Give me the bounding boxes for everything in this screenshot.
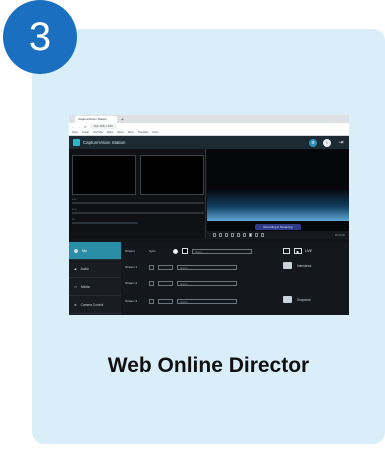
stream-url-field: rtmp://...: [177, 264, 237, 270]
sync-checkbox: [149, 298, 154, 304]
back-icon: ←: [72, 124, 75, 129]
transport-button: [213, 233, 216, 237]
record-icon: [74, 248, 78, 253]
browser-tab: CaptureVision Station: [75, 116, 117, 123]
url-field: 192.168.1.100: [89, 124, 117, 129]
stream-name: Stream 3: [125, 299, 138, 303]
source-level-bar: [72, 222, 138, 224]
app-header: CaptureVision Station ⚙ i ⇥: [69, 136, 349, 149]
browser-tab-bar: CaptureVision Station +: [69, 115, 349, 123]
transport-button: [249, 233, 252, 237]
bookmark: Translate: [137, 131, 149, 134]
source-panel: ▪ ▪ ▪ ▪ ▪ ▪ ▪ ▪: [70, 149, 206, 239]
record-button-icon: [173, 248, 178, 254]
stream-url-field: rtmp://...: [177, 280, 237, 286]
web-director-screenshot: CaptureVision Station + ← → ⟳ 192.168.1.…: [69, 115, 349, 315]
nav-label: Camera Control: [80, 302, 104, 307]
transport-button: [237, 233, 240, 237]
live-controls: ▶ LIVE Interviews Snapshot: [281, 248, 347, 314]
side-nav: Mix ◀ Audio ▭ Media ✜ Camera Control: [69, 242, 121, 315]
reload-icon: ⟳: [84, 124, 87, 129]
nav-item-media: ▭ Media: [69, 278, 121, 296]
interview-icon: [283, 262, 292, 269]
bookmark: Docs: [152, 131, 159, 134]
stream-name: Stream 2: [125, 281, 138, 285]
recording-streaming-chip: Recording & Streaming: [255, 224, 301, 230]
stream-name: Stream 1: [125, 265, 138, 269]
live-label: LIVE: [305, 249, 312, 253]
step-number-badge: 3: [3, 0, 77, 74]
new-tab-icon: +: [121, 117, 124, 123]
nav-item-mix: Mix: [69, 242, 121, 260]
transport-button: [255, 233, 258, 237]
nav-label: Mix: [82, 248, 87, 253]
browser-address-bar: ← → ⟳ 192.168.1.100: [69, 123, 349, 130]
timecode: 00:00:00: [334, 233, 345, 237]
control-area: Mix ◀ Audio ▭ Media ✜ Camera Control Stream…: [69, 242, 349, 315]
live-settings-icon: [283, 248, 290, 254]
pause-button-icon: [182, 248, 188, 254]
source-label: ▪ ▪ ▪: [72, 197, 77, 201]
sync-checkbox: [149, 280, 154, 286]
transport-button: [243, 233, 246, 237]
nav-label: Media: [81, 284, 90, 289]
media-icon: ▭: [74, 284, 78, 289]
bookmark: Gmail: [81, 131, 89, 134]
sync-checkbox: [149, 264, 154, 270]
bookmark: News: [117, 131, 124, 134]
stream-row: Stream 1 rtmp://...: [125, 262, 275, 272]
info-icon: i: [323, 138, 331, 147]
bookmark: Apps: [72, 131, 78, 134]
tile: 3 CaptureVision Station + ← → ⟳ 192.168.…: [0, 0, 385, 449]
stream-mode-chip: [158, 264, 173, 270]
speaker-icon: ◀: [74, 266, 77, 271]
sync-label: Sync: [149, 249, 156, 253]
stream-list: Stream Sync rtmp://... Stream 1 rtmp://.…: [125, 244, 275, 314]
stream-mode-chip: [158, 280, 173, 286]
snapshot-label: Snapshot: [297, 298, 311, 302]
transport-button: [225, 233, 228, 237]
logout-icon: ⇥: [338, 139, 344, 146]
source-level-bar: [72, 212, 204, 214]
stream-row: Stream 3 rtmp://...: [125, 296, 275, 306]
source-label: ▪ ▪: [72, 217, 75, 221]
workspace: ▪ ▪ ▪ ▪ ▪ ▪ ▪ ▪ Recording & Streaming 00…: [69, 149, 349, 239]
source-label: ▪ ▪ ▪: [72, 207, 77, 211]
program-preview: Recording & Streaming 00:00:00: [207, 149, 349, 239]
header-actions: ⚙ i ⇥: [309, 138, 345, 147]
stream-row: Stream 2 rtmp://...: [125, 278, 275, 288]
snapshot-icon: [283, 296, 292, 303]
source-level-bar: [72, 202, 204, 204]
nav-label: Audio: [80, 266, 89, 271]
stage-light: [207, 189, 349, 221]
bookmark: Drive: [127, 131, 134, 134]
nav-item-camera-control: ✜ Camera Control: [69, 296, 121, 314]
app-title: CaptureVision Station: [83, 140, 126, 145]
transport-bar: 00:00:00: [207, 231, 349, 239]
interviews-label: Interviews: [297, 264, 312, 268]
stream-mode-chip: [158, 298, 173, 304]
stream-row: Stream Sync rtmp://...: [125, 246, 275, 256]
transport-button: [261, 233, 264, 237]
settings-icon: ⚙: [309, 138, 317, 147]
app-logo-icon: [73, 139, 80, 146]
bookmark: YouTube: [92, 131, 103, 134]
forward-icon: →: [78, 124, 81, 129]
stream-url-field: rtmp://...: [177, 298, 237, 304]
card-caption: Web Online Director: [107, 354, 310, 377]
source-preview-1: [72, 155, 136, 195]
transport-button: [219, 233, 222, 237]
stream-name: Stream: [125, 249, 135, 253]
play-icon: ▶: [294, 248, 302, 254]
bookmark: Maps: [106, 131, 114, 134]
source-preview-2: [140, 155, 204, 195]
stream-url-field: rtmp://...: [192, 248, 252, 254]
camera-icon: ✜: [74, 302, 77, 307]
nav-item-audio: ◀ Audio: [69, 260, 121, 278]
transport-button: [231, 233, 234, 237]
